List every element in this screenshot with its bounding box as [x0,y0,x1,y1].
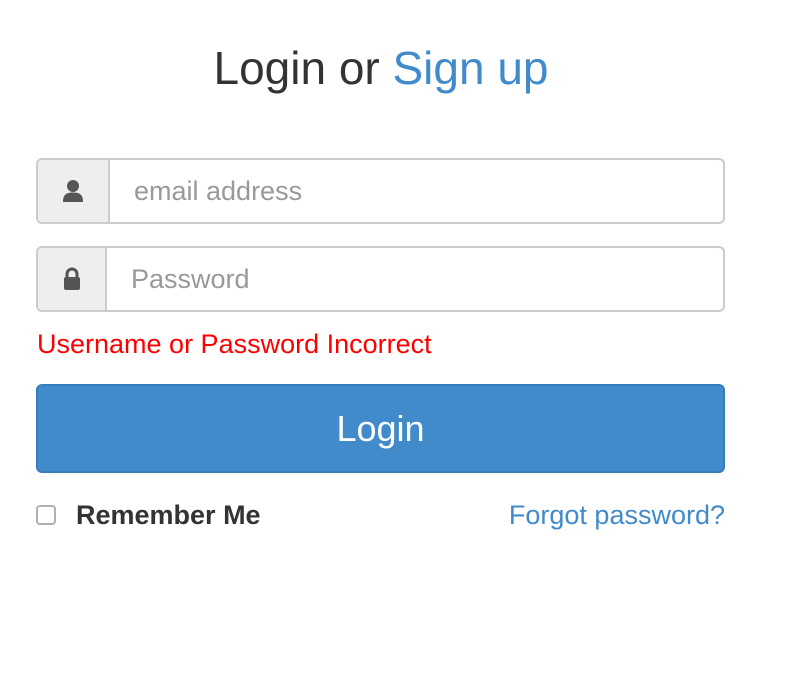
email-input-group [36,158,725,224]
forgot-password-link[interactable]: Forgot password? [509,498,725,532]
remember-me[interactable]: Remember Me [36,498,261,532]
password-addon [38,248,107,310]
password-input-group [36,246,725,312]
signup-link[interactable]: Sign up [393,42,549,94]
error-message: Username or Password Incorrect [37,329,432,359]
page-title: Login or Sign up [0,40,762,96]
user-icon [62,179,84,203]
email-addon [38,160,110,222]
login-button[interactable]: Login [36,384,725,473]
email-field[interactable] [110,160,723,222]
title-prefix: Login or [213,42,393,94]
remember-me-checkbox[interactable] [36,505,56,525]
lock-icon [63,267,81,291]
password-field[interactable] [107,248,723,310]
remember-me-label: Remember Me [76,499,261,530]
